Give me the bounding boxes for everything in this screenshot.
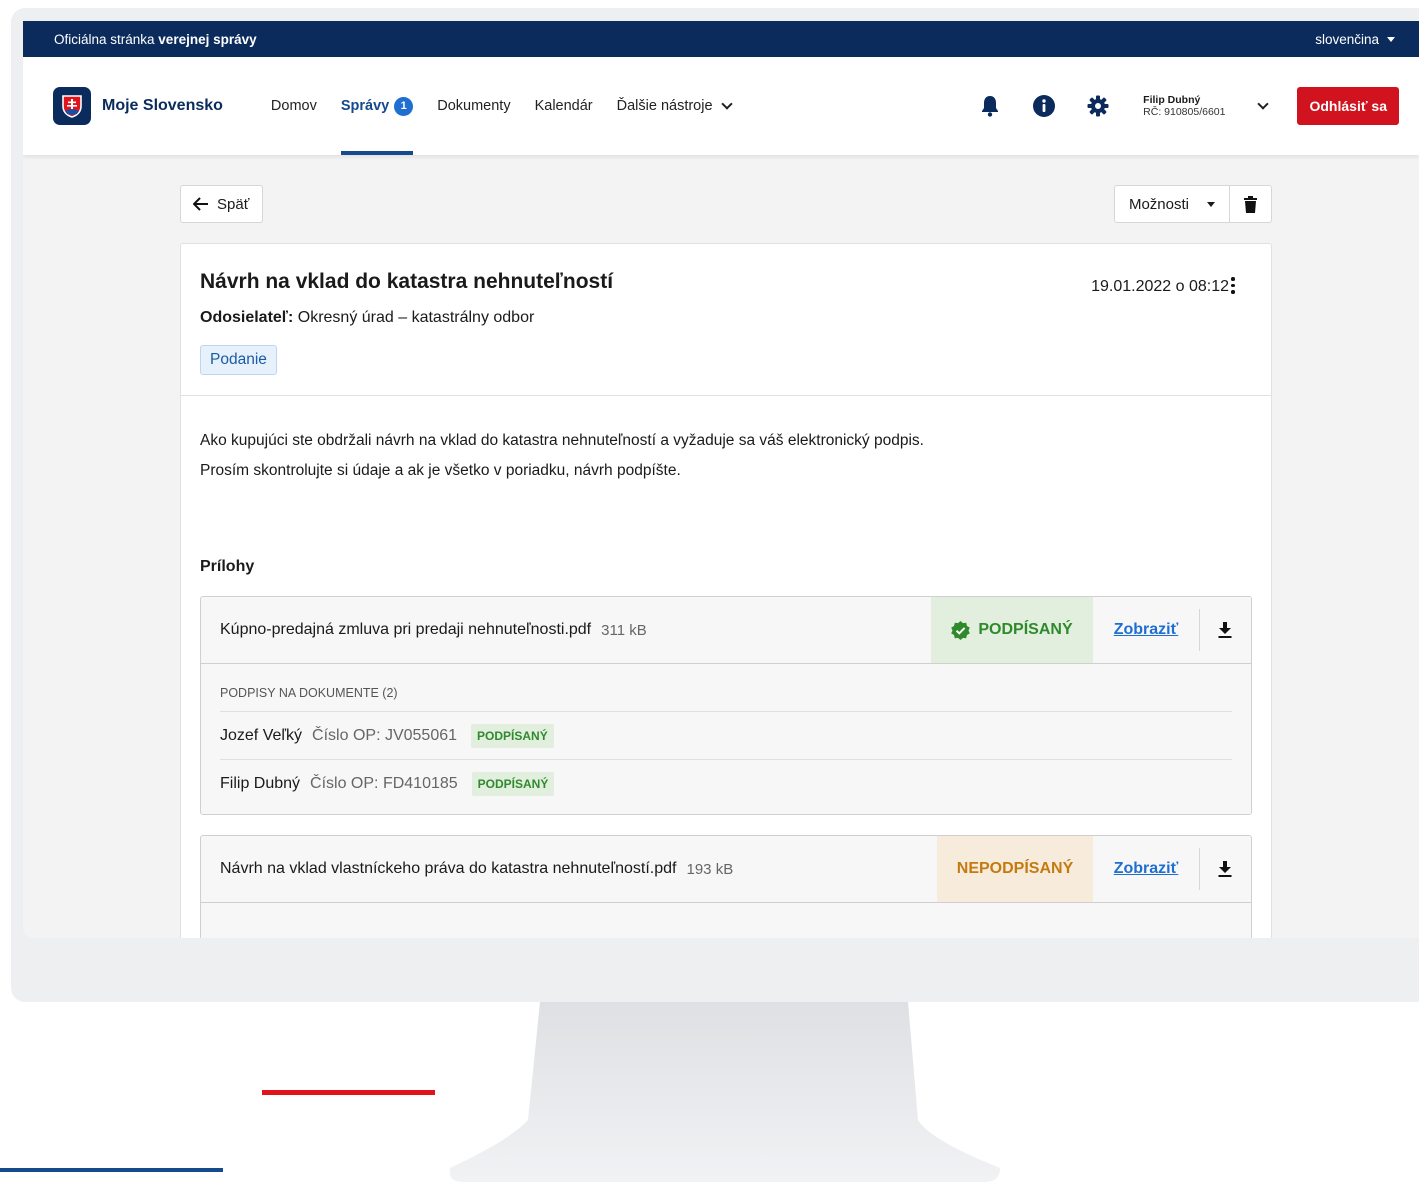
- signer-id: Číslo OP: JV055061: [312, 726, 458, 744]
- unread-count-badge: 1: [394, 96, 414, 116]
- bell-icon[interactable]: [979, 95, 1001, 117]
- caret-down-icon: [1207, 201, 1215, 207]
- nav-item-dokumenty[interactable]: Dokumenty: [437, 57, 510, 155]
- attachment-name: Návrh na vklad vlastníckeho práva do kat…: [220, 860, 734, 878]
- options-group: Možnosti: [1113, 185, 1272, 223]
- decor-blue-line: [0, 1168, 223, 1172]
- attachment-size: 311 kB: [601, 621, 647, 639]
- attachment-name: Kúpno-predajná zmluva pri predaji nehnut…: [220, 621, 647, 639]
- signer-id: Číslo OP: FD410185: [310, 775, 458, 792]
- app-screen: Oficiálna stránka verejnej správy sloven…: [23, 21, 1419, 938]
- attachment-row: Návrh na vklad vlastníckeho práva do kat…: [201, 836, 1251, 903]
- signatures-panel-collapsed: [201, 903, 1251, 938]
- chevron-down-icon: [720, 98, 733, 110]
- message-text: Ako kupujúci ste obdržali návrh na vklad…: [200, 432, 924, 479]
- download-button[interactable]: [1199, 836, 1251, 902]
- header-actions: Filip Dubný RČ: 910805/6601 Odhlásiť sa: [979, 87, 1399, 125]
- nav-item-domov[interactable]: Domov: [271, 57, 317, 155]
- signatures-panel: PODPISY NA DOKUMENTE (2) Jozef Veľký Čís…: [201, 664, 1251, 814]
- attachments-heading: Prílohy: [200, 558, 255, 575]
- signer-name: Jozef Veľký: [220, 726, 303, 744]
- official-notice: Oficiálna stránka verejnej správy: [54, 31, 257, 47]
- back-button[interactable]: Späť: [180, 185, 264, 223]
- signature-row: Jozef Veľký Číslo OP: JV055061 PODPÍSANÝ: [220, 712, 1232, 760]
- gear-icon[interactable]: [1087, 95, 1109, 117]
- language-selector[interactable]: slovenčina: [1315, 32, 1395, 47]
- view-link[interactable]: Zobraziť: [1093, 836, 1199, 902]
- message-body: Ako kupujúci ste obdržali návrh na vklad…: [181, 396, 1271, 938]
- download-icon: [1218, 622, 1232, 638]
- decor-red-line: [262, 1090, 435, 1095]
- nav-item-kalendar[interactable]: Kalendár: [535, 57, 593, 155]
- user-birth-number: RČ: 910805/6601: [1143, 106, 1226, 118]
- signatures-heading: PODPISY NA DOKUMENTE (2): [220, 686, 1232, 712]
- download-icon: [1218, 861, 1232, 877]
- check-badge-icon: [951, 620, 971, 640]
- main-header: Moje Slovensko Domov Správy 1 Dokumenty …: [23, 57, 1419, 155]
- user-name: Filip Dubný: [1143, 94, 1201, 106]
- message-toolbar: Späť Možnosti: [180, 185, 1272, 223]
- message-sender: Odosielateľ: Okresný úrad – katastrálny …: [200, 309, 535, 326]
- coat-of-arms-icon: [53, 87, 91, 125]
- message-card: Návrh na vklad do katastra nehnuteľností…: [180, 243, 1272, 938]
- user-menu-chevron-icon[interactable]: [1257, 98, 1270, 110]
- message-header: Návrh na vklad do katastra nehnuteľností…: [181, 244, 1271, 396]
- message-date: 19.01.2022 o 08:12: [1091, 278, 1229, 295]
- attachment-item: Návrh na vklad vlastníckeho práva do kat…: [200, 835, 1252, 938]
- caret-down-icon: [1387, 36, 1395, 42]
- arrow-left-icon: [193, 197, 208, 211]
- options-dropdown[interactable]: Možnosti: [1115, 186, 1230, 222]
- user-profile[interactable]: Filip Dubný RČ: 910805/6601: [1143, 94, 1225, 118]
- info-icon[interactable]: [1033, 95, 1056, 117]
- attachment-item: Kúpno-predajná zmluva pri predaji nehnut…: [200, 596, 1252, 815]
- trash-icon: [1244, 195, 1257, 213]
- attachment-row: Kúpno-predajná zmluva pri predaji nehnut…: [201, 597, 1251, 664]
- delete-button[interactable]: [1230, 186, 1271, 222]
- download-button[interactable]: [1199, 597, 1251, 663]
- logout-button[interactable]: Odhlásiť sa: [1297, 87, 1399, 125]
- signature-status-badge: PODPÍSANÝ: [471, 772, 555, 796]
- signature-row: Filip Dubný Číslo OP: FD410185 PODPÍSANÝ: [220, 760, 1232, 808]
- status-badge-unsigned: NEPODPÍSANÝ: [937, 836, 1093, 902]
- more-menu-icon[interactable]: [1231, 277, 1235, 294]
- message-type-tag: Podanie: [200, 345, 277, 375]
- view-link[interactable]: Zobraziť: [1093, 597, 1199, 663]
- attachment-size: 193 kB: [686, 860, 734, 878]
- nav-item-dalsie-nastroje[interactable]: Ďalšie nástroje: [617, 57, 733, 155]
- brand-logo-link[interactable]: Moje Slovensko: [53, 87, 223, 125]
- brand-name: Moje Slovensko: [102, 97, 223, 114]
- signer-name: Filip Dubný: [220, 775, 301, 792]
- status-badge-signed: PODPÍSANÝ: [931, 597, 1093, 663]
- official-bar: Oficiálna stránka verejnej správy sloven…: [23, 21, 1419, 57]
- main-nav: Domov Správy 1 Dokumenty Kalendár Ďalšie…: [271, 57, 755, 155]
- message-detail: Späť Možnosti Návrh na vklad do katastra…: [180, 185, 1272, 938]
- signature-status-badge: PODPÍSANÝ: [471, 723, 554, 748]
- nav-item-spravy[interactable]: Správy 1: [340, 57, 414, 155]
